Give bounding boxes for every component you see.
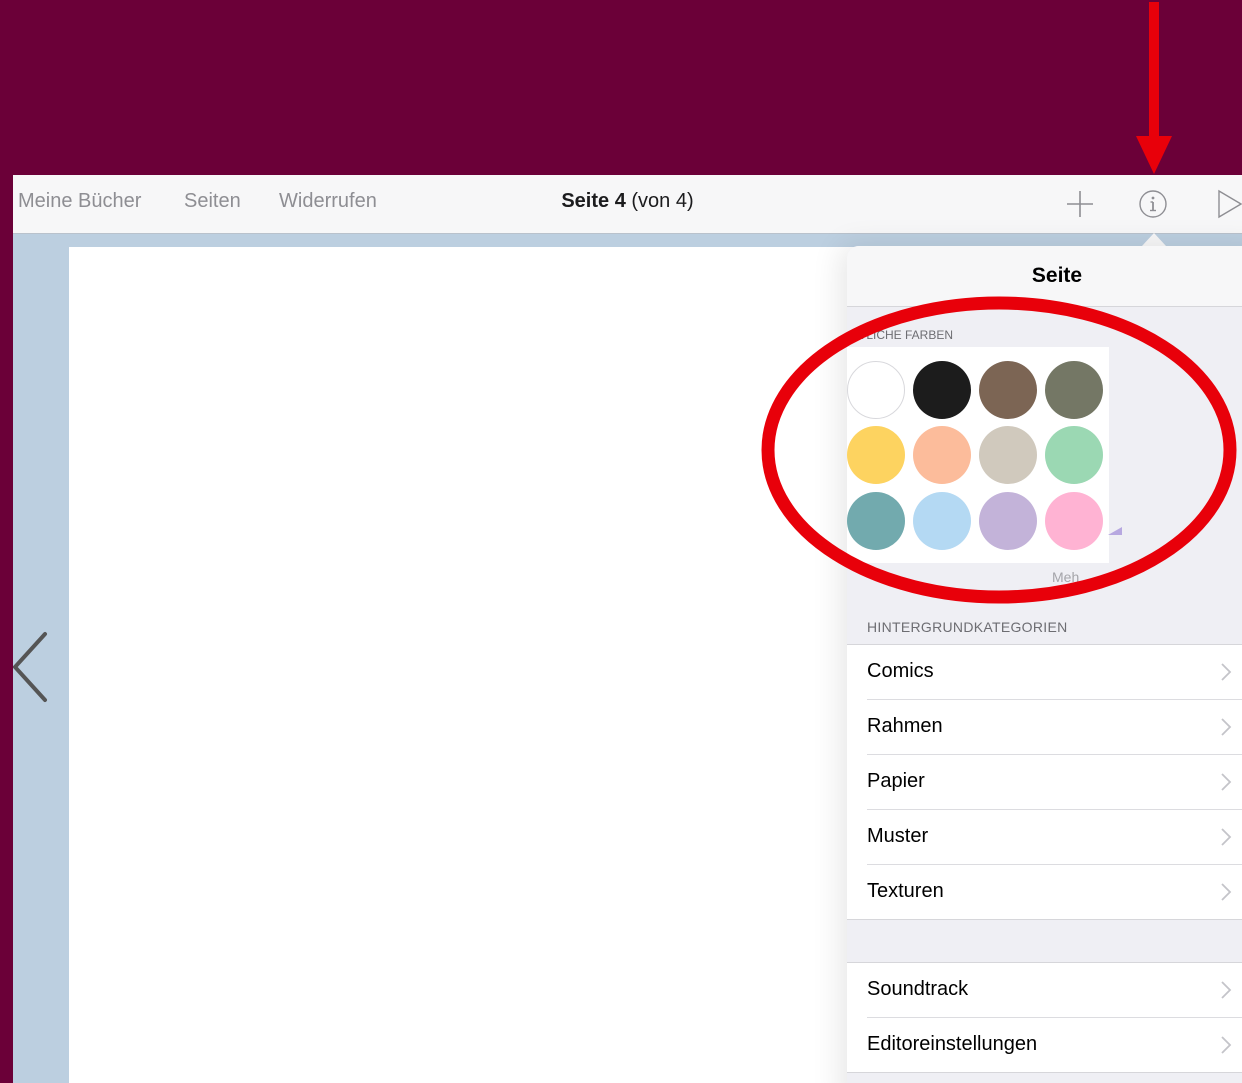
category-rahmen[interactable]: Rahmen bbox=[867, 700, 1242, 755]
background-categories-label: HINTERGRUNDKATEGORIEN bbox=[867, 619, 1068, 635]
chevron-right-icon bbox=[1221, 828, 1232, 846]
chevron-right-icon bbox=[1221, 883, 1232, 901]
chevron-right-icon bbox=[1221, 981, 1232, 999]
book-editor: Meine Bücher Seiten Widerrufen Seite 4 (… bbox=[13, 175, 1242, 1083]
category-label: Comics bbox=[867, 660, 934, 682]
color-swatch-beige[interactable] bbox=[979, 426, 1037, 484]
category-comics[interactable]: Comics bbox=[867, 645, 1242, 700]
other-settings-list: Soundtrack Editoreinstellungen bbox=[847, 962, 1242, 1073]
chevron-right-icon bbox=[1221, 773, 1232, 791]
color-swatch-olive[interactable] bbox=[1045, 361, 1103, 419]
color-swatch-black[interactable] bbox=[913, 361, 971, 419]
page-title-total: (von 4) bbox=[631, 190, 694, 212]
chevron-right-icon bbox=[1221, 718, 1232, 736]
chevron-right-icon bbox=[1221, 663, 1232, 681]
page-title: Seite 4 (von 4) bbox=[13, 190, 1242, 213]
color-swatch-teal[interactable] bbox=[847, 492, 905, 550]
info-icon[interactable] bbox=[1136, 187, 1170, 221]
editor-settings-label: Editoreinstellungen bbox=[867, 1033, 1038, 1055]
play-icon[interactable] bbox=[1211, 187, 1242, 221]
chevron-right-icon bbox=[1221, 1036, 1232, 1054]
soundtrack-row[interactable]: Soundtrack bbox=[867, 963, 1242, 1018]
soundtrack-label: Soundtrack bbox=[867, 978, 969, 1000]
arrow-down-annotation bbox=[1136, 2, 1172, 174]
color-swatch-brown[interactable] bbox=[979, 361, 1037, 419]
background-category-list: Comics Rahmen Papier Muster Texturen bbox=[847, 644, 1242, 920]
color-swatch-peach[interactable] bbox=[913, 426, 971, 484]
page-settings-popover: Seite …TLICHE FARBEN Meh HINTERGRUNDKATE… bbox=[847, 246, 1242, 1083]
colors-section-label: …TLICHE FARBEN bbox=[847, 328, 954, 342]
category-label: Muster bbox=[867, 825, 929, 847]
color-swatch-mint[interactable] bbox=[1045, 426, 1103, 484]
color-swatch-yellow[interactable] bbox=[847, 426, 905, 484]
top-toolbar: Meine Bücher Seiten Widerrufen Seite 4 (… bbox=[13, 175, 1242, 234]
more-colors-button[interactable]: Meh bbox=[1052, 569, 1079, 585]
color-swatch-white[interactable] bbox=[847, 361, 905, 419]
category-texturen[interactable]: Texturen bbox=[867, 865, 1242, 919]
category-label: Papier bbox=[867, 770, 925, 792]
popover-pointer bbox=[1142, 233, 1166, 246]
category-label: Texturen bbox=[867, 880, 944, 902]
color-swatch-pink[interactable] bbox=[1045, 492, 1103, 550]
color-swatch-grid: Meh bbox=[847, 347, 1122, 585]
category-label: Rahmen bbox=[867, 715, 943, 737]
more-colors-corner-icon bbox=[1108, 527, 1122, 535]
previous-page-icon[interactable] bbox=[13, 630, 51, 705]
category-papier[interactable]: Papier bbox=[867, 755, 1242, 810]
color-swatch-lavender[interactable] bbox=[979, 492, 1037, 550]
editor-settings-row[interactable]: Editoreinstellungen bbox=[867, 1018, 1242, 1072]
page-title-current: Seite 4 bbox=[561, 190, 626, 212]
plus-icon[interactable] bbox=[1063, 187, 1097, 221]
popover-title: Seite bbox=[847, 246, 1242, 307]
color-swatch-light-blue[interactable] bbox=[913, 492, 971, 550]
category-muster[interactable]: Muster bbox=[867, 810, 1242, 865]
